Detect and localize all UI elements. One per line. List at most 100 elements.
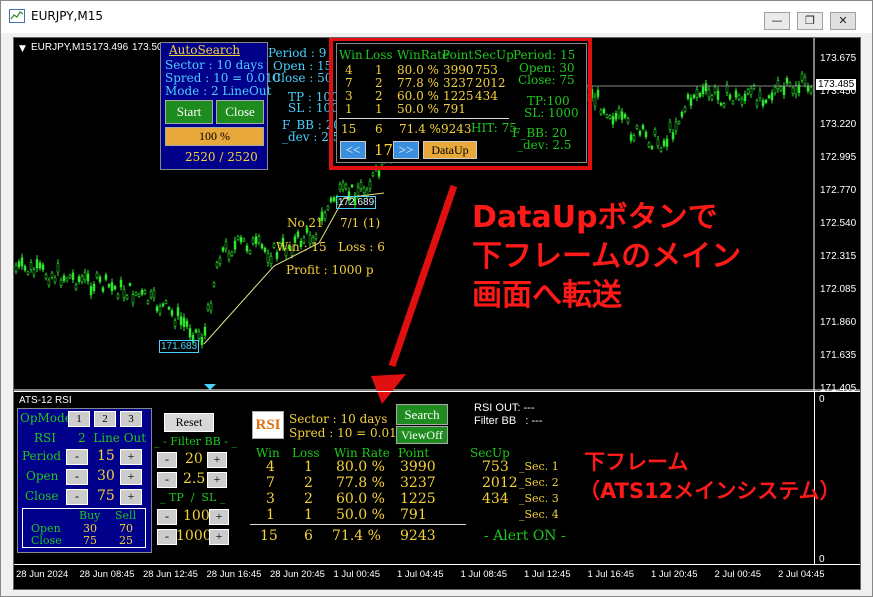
lower-result-header: Point bbox=[398, 446, 430, 460]
annotation-bottom-line2: （ATS12メインシステム） bbox=[579, 479, 841, 503]
search-button[interactable]: Search bbox=[396, 404, 448, 425]
lower-total-cell: 15 bbox=[260, 528, 278, 544]
lower-result-cell: 7 bbox=[266, 475, 275, 491]
restore-button[interactable]: ❐ bbox=[797, 12, 823, 30]
x-tick-label: 1 Jul 12:45 bbox=[524, 569, 571, 580]
lower-result-cell: 4 bbox=[266, 459, 275, 475]
lower-result-cell: 3990 bbox=[400, 459, 436, 475]
x-tick-label: 2 Jul 00:45 bbox=[714, 569, 761, 580]
lower-result-cell: 1225 bbox=[400, 491, 436, 507]
lower-y-top: 0 bbox=[819, 394, 825, 405]
x-tick-label: 1 Jul 00:45 bbox=[333, 569, 380, 580]
x-tick-label: 1 Jul 08:45 bbox=[460, 569, 507, 580]
lower-result-header: Loss bbox=[292, 446, 320, 460]
annotation-bottom: 下フレーム （ATS12メインシステム） bbox=[579, 448, 841, 506]
x-tick-label: 1 Jul 16:45 bbox=[587, 569, 634, 580]
fbb2-value: 2.5 bbox=[183, 471, 206, 487]
period-plus-button[interactable]: + bbox=[120, 449, 142, 465]
viewoff-button[interactable]: ViewOff bbox=[396, 426, 448, 444]
fbb2-minus-button[interactable]: - bbox=[157, 472, 177, 488]
close-minus-button[interactable]: - bbox=[66, 489, 88, 505]
buy-sell-box: Buy Sell Open 30 70 Close 75 25 bbox=[22, 508, 146, 548]
tp-plus-button[interactable]: + bbox=[209, 509, 229, 525]
time-axis-line bbox=[14, 564, 860, 565]
annotation-top-line3: 画面へ転送 bbox=[472, 278, 622, 313]
sec-label: _Sec. 1 bbox=[519, 460, 559, 473]
sl-minus-button[interactable]: - bbox=[157, 529, 177, 545]
lower-sector: Sector : 10 days bbox=[289, 412, 388, 426]
alert-status: - Alert ON - bbox=[484, 528, 566, 544]
chart-area[interactable]: ▼ EURJPY,M15 173.496 173.50 173.675 173.4… bbox=[13, 37, 861, 590]
period-minus-button[interactable]: - bbox=[66, 449, 88, 465]
sl-plus-button[interactable]: + bbox=[209, 529, 229, 545]
annotation-bottom-line1: 下フレーム bbox=[584, 450, 689, 474]
lower-result-cell: 791 bbox=[400, 507, 427, 523]
opmode-label: OpMode bbox=[20, 411, 72, 425]
rsi-control-panel: OpMode 1 2 3 RSI 2 Line Out Period - 15 … bbox=[17, 408, 152, 553]
period-value: 15 bbox=[97, 448, 115, 464]
window-title: EURJPY,M15 bbox=[31, 9, 103, 23]
open-minus-button[interactable]: - bbox=[66, 469, 88, 485]
mode-1-button[interactable]: 1 bbox=[68, 411, 90, 427]
open-value: 30 bbox=[97, 468, 115, 484]
sec-label: _Sec. 4 bbox=[519, 508, 559, 521]
fbb1-plus-button[interactable]: + bbox=[207, 452, 227, 468]
close-sell-value: 25 bbox=[119, 534, 133, 547]
close-buy-value: 75 bbox=[83, 534, 97, 547]
lower-total-cell: 6 bbox=[304, 528, 313, 544]
lower-total-cell: 71.4 % bbox=[332, 528, 381, 544]
lower-spred: Spred : 10 = 0.010 bbox=[289, 426, 405, 440]
reset-button[interactable]: Reset bbox=[164, 413, 214, 432]
tpsl-label: _ TP / SL _ bbox=[160, 491, 226, 504]
restore-icon: ❐ bbox=[805, 14, 815, 27]
lower-y-bottom: 0 bbox=[819, 554, 825, 565]
lower-result-cell: 2012 bbox=[482, 475, 518, 491]
close-plus-button[interactable]: + bbox=[120, 489, 142, 505]
sl-value: 1000 bbox=[176, 528, 212, 544]
indicator-label: ATS-12 RSI bbox=[19, 395, 72, 406]
rsi-logo-icon: RSI bbox=[252, 411, 284, 439]
chart-window-icon bbox=[9, 9, 25, 23]
close-icon: ✕ bbox=[838, 14, 848, 27]
open-plus-button[interactable]: + bbox=[120, 469, 142, 485]
minimize-icon: — bbox=[771, 14, 783, 27]
lower-result-cell: 77.8 % bbox=[336, 475, 385, 491]
x-tick-label: 28 Jun 12:45 bbox=[143, 569, 198, 580]
lower-result-cell: 2 bbox=[304, 491, 313, 507]
buy-header: Buy bbox=[79, 509, 101, 522]
lower-result-cell: 3 bbox=[266, 491, 275, 507]
lower-result-cell: 3237 bbox=[400, 475, 436, 491]
title-bar: EURJPY,M15 — ❐ ✕ bbox=[1, 1, 872, 33]
terminal-window: EURJPY,M15 — ❐ ✕ ▼ EURJPY,M15 173.496 17… bbox=[0, 0, 873, 597]
minimize-button[interactable]: — bbox=[764, 12, 790, 30]
fbb2-plus-button[interactable]: + bbox=[207, 472, 227, 488]
subwindow-separator bbox=[14, 391, 860, 392]
x-tick-label: 28 Jun 08:45 bbox=[79, 569, 135, 580]
rsi-label: RSI bbox=[34, 431, 56, 445]
bs-close-label: Close bbox=[31, 534, 62, 547]
mode-3-button[interactable]: 3 bbox=[120, 411, 142, 427]
lower-result-cell: 1 bbox=[304, 507, 313, 523]
rsi-out-label: RSI OUT: --- bbox=[474, 402, 535, 414]
lower-result-cell: 1 bbox=[266, 507, 275, 523]
lower-result-header: Win Rate bbox=[334, 446, 390, 460]
x-tick-label: 1 Jul 20:45 bbox=[651, 569, 698, 580]
lower-result-cell: 2 bbox=[304, 475, 313, 491]
fbb1-value: 20 bbox=[185, 451, 203, 467]
filter-bb-label: _ - Filter BB - _ bbox=[154, 435, 237, 448]
lower-result-cell: 50.0 % bbox=[336, 507, 385, 523]
close-window-button[interactable]: ✕ bbox=[830, 12, 856, 30]
open-label: Open bbox=[26, 469, 59, 483]
annotation-top-line1: DataUpボタンで bbox=[472, 200, 718, 235]
lower-result-cell: 434 bbox=[482, 491, 509, 507]
fbb1-minus-button[interactable]: - bbox=[157, 452, 177, 468]
x-tick-label: 1 Jul 04:45 bbox=[397, 569, 444, 580]
lower-result-divider bbox=[250, 524, 466, 525]
annotation-top: DataUpボタンで 下フレームのメイン 画面へ転送 bbox=[472, 198, 741, 315]
close-label: Close bbox=[25, 489, 59, 503]
sell-header: Sell bbox=[115, 509, 137, 522]
tp-minus-button[interactable]: - bbox=[157, 509, 177, 525]
mode-2-button[interactable]: 2 bbox=[94, 411, 116, 427]
lower-result-cell: 1 bbox=[304, 459, 313, 475]
lower-result-cell: 753 bbox=[482, 459, 509, 475]
